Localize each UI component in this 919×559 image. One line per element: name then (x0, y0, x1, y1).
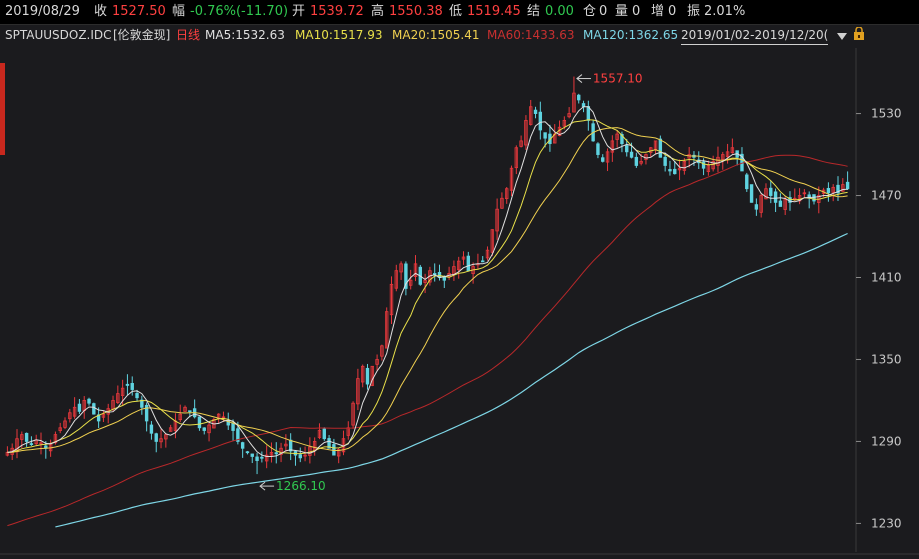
candle-down (87, 398, 91, 404)
candle-down (663, 156, 667, 166)
candle-down (845, 181, 850, 190)
candle-down (255, 456, 259, 461)
candle-down (586, 106, 591, 121)
candle-down (745, 174, 749, 190)
candle-down (197, 416, 202, 429)
candle-down (533, 109, 538, 114)
candle-down (125, 383, 130, 386)
candle-down (250, 453, 254, 457)
y-tick-label: 1350 (871, 352, 902, 366)
candle-down (577, 94, 581, 101)
candle-down (812, 194, 816, 202)
candle-down (466, 255, 471, 272)
candle-down (773, 191, 778, 203)
low-price-label: 1266.10 (276, 479, 326, 493)
candle-down (629, 151, 634, 158)
candle-down (749, 184, 754, 203)
candle-down (601, 157, 605, 162)
y-tick-label: 1470 (871, 189, 902, 203)
ma120-line (55, 232, 848, 528)
candle-down (231, 422, 235, 431)
candle-down (202, 427, 206, 431)
candle-down (274, 452, 278, 455)
high-price-label: 1557.10 (593, 72, 643, 86)
candle-down (625, 145, 629, 153)
candle-down (673, 168, 677, 175)
candle-down (24, 432, 29, 442)
price-chart: 1230 1290 1350 1410 1470 1530 1557.10 1266.10 (0, 48, 919, 555)
candle-down (135, 393, 139, 399)
candle-down (77, 403, 82, 412)
candle-down (260, 456, 264, 459)
candle-down (245, 451, 250, 454)
candle-down (365, 367, 370, 385)
candle-down (322, 428, 326, 440)
candle-down (130, 383, 134, 390)
candle-down (778, 200, 783, 207)
candle-down (240, 442, 245, 449)
candle-down (543, 132, 547, 139)
candle-down (538, 111, 543, 131)
candle-down (754, 204, 759, 210)
candle-down (29, 443, 34, 446)
y-tick-label: 1530 (871, 107, 902, 121)
candle-down (826, 188, 831, 194)
y-tick-label: 1290 (871, 434, 902, 448)
candle-down (188, 410, 192, 413)
candle-down (154, 433, 158, 442)
candle-down (288, 439, 293, 452)
ma20-line (7, 127, 848, 453)
candle-down (298, 454, 302, 459)
y-tick-label: 1230 (871, 516, 902, 530)
candle-down (481, 260, 485, 263)
y-tick-label: 1410 (871, 271, 902, 285)
candle-down (668, 169, 672, 172)
candle-down (332, 444, 336, 456)
candle-down (769, 187, 773, 196)
candle-down (596, 143, 600, 155)
candle-down (149, 424, 154, 434)
candle-down (634, 156, 639, 166)
candle-down (92, 403, 96, 415)
candle-down (658, 138, 663, 158)
